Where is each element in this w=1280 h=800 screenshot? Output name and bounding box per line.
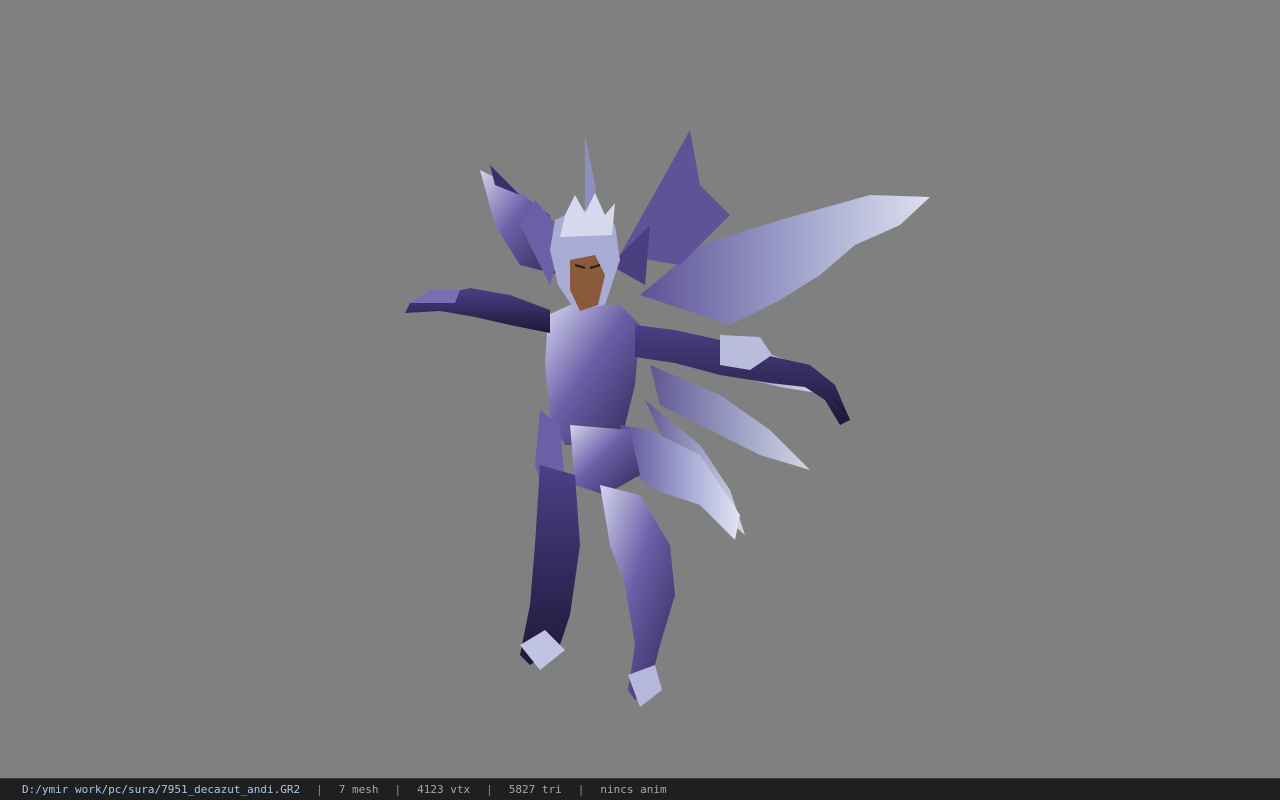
separator: | (316, 783, 323, 796)
triangle-count: 5827 tri (508, 783, 562, 796)
torso (545, 305, 640, 445)
separator: | (577, 783, 585, 796)
3d-viewport[interactable] (0, 0, 1280, 778)
separator: | (486, 783, 493, 796)
vertex-count: 4123 vtx (417, 783, 471, 796)
separator: | (394, 783, 402, 796)
file-path: D:/ymir work/pc/sura/7951_decazut_andi.G… (22, 783, 301, 796)
left-arm (405, 288, 550, 333)
animation-status: nincs anim (600, 783, 667, 796)
head (550, 193, 620, 311)
mesh-count: 7 mesh (338, 783, 379, 796)
status-bar: D:/ymir work/pc/sura/7951_decazut_andi.G… (0, 778, 1280, 800)
legs (520, 465, 675, 707)
character-model (405, 130, 930, 707)
